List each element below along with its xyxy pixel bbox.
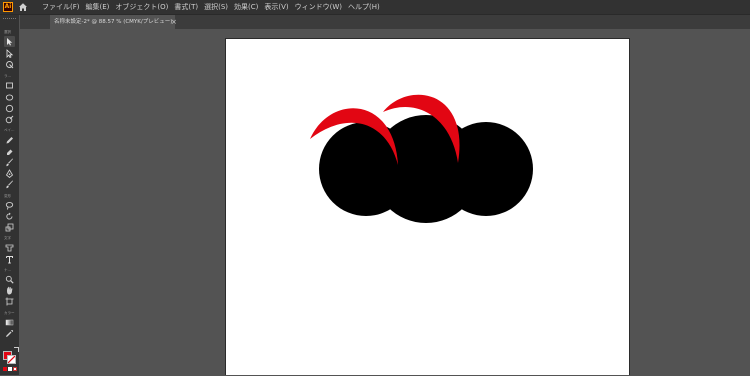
gradient-tool-icon[interactable] bbox=[4, 317, 15, 328]
close-icon[interactable]: × bbox=[171, 15, 177, 29]
menu-items: ファイル(F) 編集(E) オブジェクト(O) 書式(T) 選択(S) 効果(C… bbox=[42, 0, 380, 14]
menu-help[interactable]: ヘルプ(H) bbox=[348, 0, 380, 14]
paintbrush-tool-icon[interactable] bbox=[4, 157, 15, 168]
type-tool-icon[interactable] bbox=[4, 254, 15, 265]
tools-panel: 選択 ラ… ペイ… 変形 文字 ナ… カラー bbox=[0, 15, 19, 375]
eraser-tool-icon[interactable] bbox=[4, 146, 15, 157]
eyedropper-tool-icon[interactable] bbox=[4, 328, 15, 339]
tool-group-label-select: 選択 bbox=[4, 30, 11, 34]
artboard[interactable] bbox=[225, 38, 630, 375]
app-logo: Ai bbox=[3, 2, 13, 12]
magic-wand-tool-icon[interactable] bbox=[4, 59, 15, 70]
stroke-swatch[interactable] bbox=[7, 355, 16, 364]
tool-group-label-brush: ペイ… bbox=[4, 128, 15, 132]
rotate-tool-icon[interactable] bbox=[4, 211, 15, 222]
menu-bar: Ai ファイル(F) 編集(E) オブジェクト(O) 書式(T) 選択(S) 効… bbox=[0, 0, 750, 15]
rectangle-tool-icon[interactable] bbox=[4, 80, 15, 91]
document-tab-label: 名称未設定-2* @ 88.57 % (CMYK/プレビュー) bbox=[54, 19, 173, 25]
tool-group-label-modify: 変形 bbox=[4, 194, 11, 198]
menu-file[interactable]: ファイル(F) bbox=[42, 0, 80, 14]
menu-edit[interactable]: 編集(E) bbox=[86, 0, 110, 14]
color-mode-red[interactable] bbox=[3, 367, 7, 371]
document-tab[interactable]: 名称未設定-2* @ 88.57 % (CMYK/プレビュー) × bbox=[50, 15, 177, 29]
menu-select[interactable]: 選択(S) bbox=[204, 0, 228, 14]
pencil-tool-icon[interactable] bbox=[4, 135, 15, 146]
scale-tool-icon[interactable] bbox=[4, 222, 15, 233]
tool-group-label-draw: ラ… bbox=[4, 74, 11, 78]
direct-selection-tool-icon[interactable] bbox=[4, 48, 15, 59]
selection-tool-icon[interactable] bbox=[4, 36, 15, 47]
document-tab-bar: 名称未設定-2* @ 88.57 % (CMYK/プレビュー) × bbox=[20, 15, 750, 29]
pen-tool-icon[interactable] bbox=[4, 168, 15, 179]
tool-group-label-color: カラー bbox=[4, 311, 15, 315]
menu-object[interactable]: オブジェクト(O) bbox=[115, 0, 168, 14]
artwork bbox=[310, 94, 533, 223]
shaper-tool-icon[interactable] bbox=[4, 114, 15, 125]
artboard-tool-icon[interactable] bbox=[4, 296, 15, 307]
color-mode-none[interactable] bbox=[13, 367, 17, 371]
hand-tool-icon[interactable] bbox=[4, 285, 15, 296]
tool-group-label-nav: ナ… bbox=[4, 268, 11, 272]
polygon-tool-icon[interactable] bbox=[4, 103, 15, 114]
panel-grip[interactable] bbox=[3, 18, 16, 22]
menu-view[interactable]: 表示(V) bbox=[264, 0, 288, 14]
ellipse-tool-icon[interactable] bbox=[4, 92, 15, 103]
menu-effect[interactable]: 効果(C) bbox=[234, 0, 258, 14]
menu-window[interactable]: ウィンドウ(W) bbox=[295, 0, 342, 14]
zoom-tool-icon[interactable] bbox=[4, 274, 15, 285]
menu-type[interactable]: 書式(T) bbox=[174, 0, 198, 14]
lasso-tool-icon[interactable] bbox=[4, 200, 15, 211]
blob-brush-tool-icon[interactable] bbox=[4, 179, 15, 190]
home-icon[interactable] bbox=[18, 2, 28, 12]
tool-group-label-type: 文字 bbox=[4, 236, 11, 240]
shape-builder-tool-icon[interactable] bbox=[4, 242, 15, 253]
color-mode-gradient[interactable] bbox=[8, 367, 12, 371]
